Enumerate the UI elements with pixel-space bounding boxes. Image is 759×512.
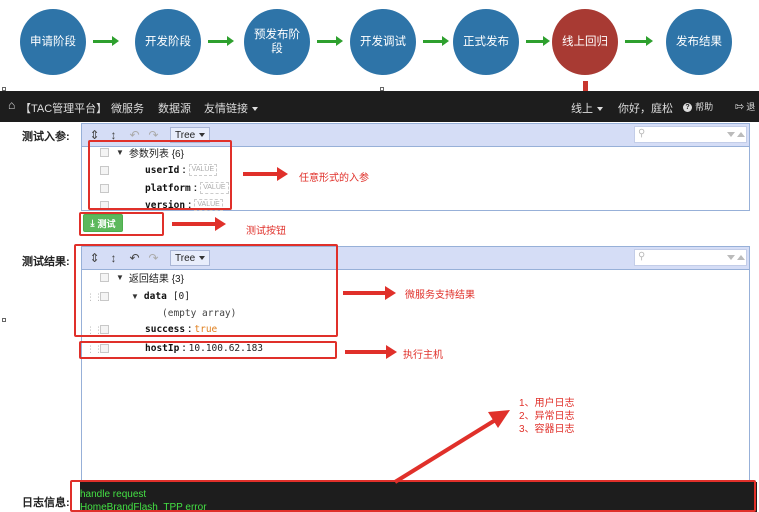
annotation-log-container: 3、容器日志 [519,424,575,435]
annotation-diagonal-arrow-icon [393,410,510,484]
